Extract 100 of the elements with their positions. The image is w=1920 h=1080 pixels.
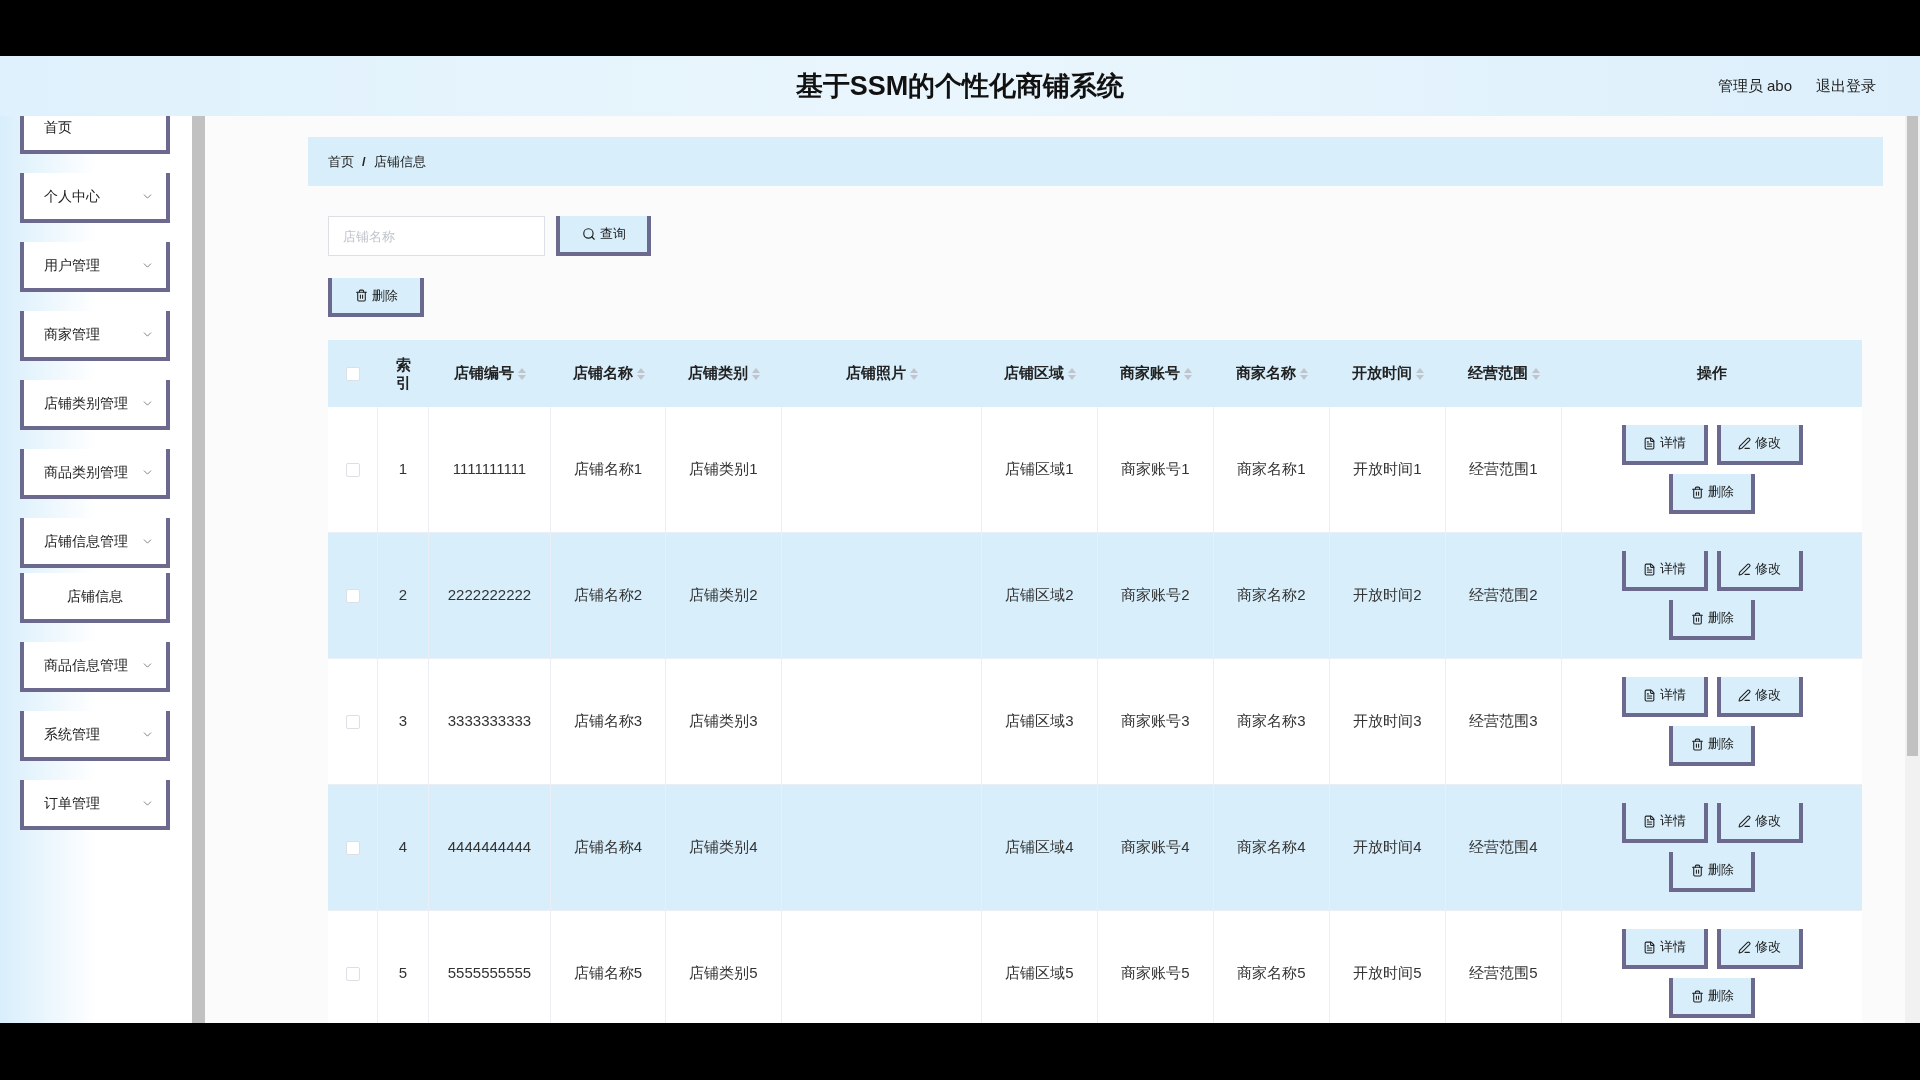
checkbox[interactable] [345, 966, 360, 981]
delete-row-button[interactable]: 删除 [1669, 726, 1755, 766]
sidebar-item[interactable]: 用户管理 [20, 242, 170, 292]
table-cell-text: 商家名称4 [1237, 837, 1306, 858]
breadcrumb-separator: / [362, 152, 366, 171]
delete-row-button[interactable]: 删除 [1669, 852, 1755, 892]
sidebar-item[interactable]: 首页 [20, 116, 170, 154]
sidebar-item[interactable]: 店铺类别管理 [20, 380, 170, 430]
logout-link[interactable]: 退出登录 [1816, 74, 1876, 98]
table-cell-text: 商家名称5 [1237, 963, 1306, 984]
edit-button[interactable]: 修改 [1716, 929, 1803, 969]
table-cell-text: 4 [398, 837, 408, 858]
table-cell-text: 店铺名称3 [573, 711, 643, 732]
sidebar-item[interactable]: 商家管理 [20, 311, 170, 361]
details-button[interactable]: 详情 [1621, 677, 1708, 717]
edit-button[interactable]: 修改 [1716, 425, 1803, 465]
column-header[interactable]: 店铺区域 [1004, 362, 1064, 385]
trash-icon [354, 289, 368, 302]
search-field[interactable]: 店铺名称 [328, 216, 545, 256]
checkbox[interactable] [346, 366, 360, 381]
sort-icon[interactable] [1416, 367, 1424, 380]
edit-button[interactable]: 修改 [1716, 803, 1803, 843]
table-cell-text: 店铺类别2 [689, 585, 758, 606]
table-cell-text: 经营范围5 [1469, 963, 1538, 984]
document-icon [1643, 814, 1656, 828]
pen-icon [1738, 814, 1751, 828]
sort-icon[interactable] [752, 367, 760, 380]
search-icon [581, 227, 596, 241]
table-cell-text: 商家名称1 [1237, 459, 1306, 480]
sort-icon[interactable] [1300, 367, 1308, 380]
column-header[interactable]: 店铺名称 [572, 362, 633, 385]
table-cell-text: 店铺名称2 [573, 585, 643, 606]
table-cell-text: 1 [398, 459, 408, 480]
table-cell-text: 店铺名称1 [573, 459, 643, 480]
trash-icon [1690, 611, 1704, 625]
table-cell-text: 店铺类别1 [689, 459, 758, 480]
delete-button[interactable]: 删除 [328, 278, 424, 317]
delete-row-button[interactable]: 删除 [1669, 978, 1755, 1018]
checkbox[interactable] [345, 462, 360, 477]
checkbox[interactable] [345, 714, 360, 729]
table-cell-text: 经营范围1 [1469, 459, 1538, 480]
table-cell-text: 店铺名称5 [573, 963, 643, 984]
table-cell-text: 2222222222 [447, 585, 532, 606]
column-header[interactable]: 商家账号 [1120, 362, 1180, 385]
table-cell-text: 商家账号2 [1121, 585, 1190, 606]
table-cell-text: 商家名称3 [1237, 711, 1306, 732]
sidebar-item[interactable]: 店铺信息 [20, 573, 170, 623]
column-header[interactable]: 店铺编号 [454, 362, 514, 385]
details-button[interactable]: 详情 [1621, 551, 1708, 591]
details-button[interactable]: 详情 [1621, 425, 1708, 465]
column-header: 操作 [1697, 363, 1727, 384]
checkbox[interactable] [345, 840, 360, 855]
sidebar-item[interactable]: 商品信息管理 [20, 642, 170, 692]
sidebar-item[interactable]: 店铺信息管理 [20, 518, 170, 568]
sort-icon[interactable] [636, 367, 645, 380]
page-scrollbar[interactable] [1905, 116, 1920, 1023]
delete-row-button[interactable]: 删除 [1669, 474, 1755, 514]
column-header[interactable]: 经营范围 [1468, 362, 1528, 385]
trash-icon [1690, 737, 1704, 751]
column-header[interactable]: 店铺类别 [688, 362, 748, 385]
table-cell-text: 经营范围2 [1469, 585, 1538, 606]
sidebar-item[interactable]: 商品类别管理 [20, 449, 170, 499]
search-button[interactable]: 查询 [556, 216, 651, 256]
edit-button[interactable]: 修改 [1716, 677, 1803, 717]
table-cell-text: 开放时间4 [1353, 837, 1422, 858]
table-cell-text: 商家账号5 [1121, 963, 1190, 984]
table-cell-text: 4444444444 [447, 837, 532, 858]
table-cell-text: 开放时间5 [1353, 963, 1422, 984]
sidebar-scrollbar[interactable] [192, 116, 205, 1023]
column-header[interactable]: 商家名称 [1236, 362, 1296, 385]
trash-icon [1690, 485, 1704, 499]
breadcrumb-link[interactable]: 首页 [328, 151, 354, 172]
table-cell-text: 店铺区域2 [1005, 585, 1074, 606]
column-header[interactable]: 店铺照片 [846, 362, 906, 385]
table-cell-text: 开放时间3 [1353, 711, 1422, 732]
breadcrumb-link[interactable]: 店铺信息 [373, 151, 426, 172]
details-button[interactable]: 详情 [1621, 929, 1708, 969]
sort-icon[interactable] [518, 367, 526, 380]
table-cell-text: 开放时间1 [1353, 459, 1422, 480]
table-cell-text: 经营范围4 [1469, 837, 1538, 858]
details-button[interactable]: 详情 [1621, 803, 1708, 843]
sidebar-item[interactable]: 订单管理 [20, 780, 170, 830]
sidebar-item[interactable]: 系统管理 [20, 711, 170, 761]
table-cell-text: 开放时间2 [1353, 585, 1422, 606]
table-cell-text: 5 [398, 963, 408, 984]
delete-row-button[interactable]: 删除 [1669, 600, 1755, 640]
table-cell-text: 店铺区域4 [1005, 837, 1074, 858]
document-icon [1643, 562, 1656, 576]
sort-icon[interactable] [1532, 367, 1540, 380]
trash-icon [1690, 989, 1704, 1003]
user-label: 管理员 abo [1717, 75, 1792, 96]
column-header[interactable]: 开放时间 [1352, 362, 1412, 385]
sort-icon[interactable] [1184, 367, 1192, 380]
checkbox[interactable] [345, 588, 360, 603]
sort-icon[interactable] [1068, 367, 1076, 380]
edit-button[interactable]: 修改 [1716, 551, 1803, 591]
table-cell-text: 店铺区域3 [1005, 711, 1074, 732]
sidebar-item[interactable]: 个人中心 [20, 173, 170, 223]
table-cell-text: 5555555555 [447, 963, 532, 984]
sort-icon[interactable] [910, 367, 918, 380]
